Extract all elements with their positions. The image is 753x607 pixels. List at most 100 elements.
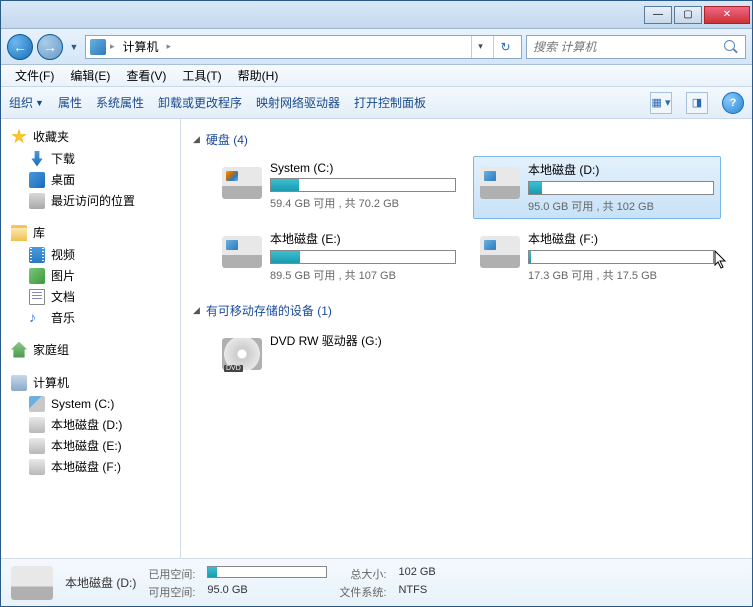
drive-icon <box>11 566 53 600</box>
drive-d[interactable]: 本地磁盘 (D:) 95.0 GB 可用 , 共 102 GB <box>473 156 721 219</box>
search-box[interactable] <box>526 35 746 59</box>
forward-button[interactable]: → <box>37 34 63 60</box>
drive-name: DVD RW 驱动器 (G:) <box>270 332 456 349</box>
back-button[interactable]: ← <box>7 34 33 60</box>
drive-icon <box>222 236 262 268</box>
sidebar-drive-c[interactable]: System (C:) <box>1 394 180 414</box>
homegroup-icon <box>11 342 27 358</box>
address-dropdown[interactable]: ▾ <box>471 36 489 58</box>
uninstall-button[interactable]: 卸载或更改程序 <box>158 94 242 111</box>
sidebar-desktop[interactable]: 桌面 <box>1 169 180 190</box>
sidebar-drive-e[interactable]: 本地磁盘 (E:) <box>1 435 180 456</box>
drive-icon <box>480 167 520 199</box>
minimize-button[interactable]: — <box>644 6 672 24</box>
drive-stat: 95.0 GB 可用 , 共 102 GB <box>528 198 714 214</box>
control-panel-button[interactable]: 打开控制面板 <box>354 94 426 111</box>
breadcrumb-sep-icon[interactable]: ▸ <box>110 41 115 52</box>
search-input[interactable] <box>533 40 723 54</box>
drive-stat: 17.3 GB 可用 , 共 17.5 GB <box>528 267 714 283</box>
drive-name: 本地磁盘 (F:) <box>528 230 714 247</box>
usage-bar <box>270 178 456 192</box>
collapse-icon: ◢ <box>193 134 200 145</box>
organize-button[interactable]: 组织 ▼ <box>9 94 44 111</box>
titlebar: — ▢ ✕ <box>1 1 752 29</box>
section-hard-disks[interactable]: ◢硬盘 (4) <box>193 127 740 156</box>
drive-stat: 89.5 GB 可用 , 共 107 GB <box>270 267 456 283</box>
help-button[interactable]: ? <box>722 92 744 114</box>
sidebar-favorites[interactable]: 收藏夹 <box>1 125 180 148</box>
free-space-value: 95.0 GB <box>207 584 327 600</box>
drive-e[interactable]: 本地磁盘 (E:) 89.5 GB 可用 , 共 107 GB <box>215 225 463 288</box>
drive-f[interactable]: 本地磁盘 (F:) 17.3 GB 可用 , 共 17.5 GB <box>473 225 721 288</box>
map-network-drive-button[interactable]: 映射网络驱动器 <box>256 94 340 111</box>
drive-icon <box>29 459 45 475</box>
maximize-button[interactable]: ▢ <box>674 6 702 24</box>
total-size-value: 102 GB <box>398 566 435 582</box>
download-icon <box>29 151 45 167</box>
section-removable[interactable]: ◢有可移动存储的设备 (1) <box>193 298 740 327</box>
menu-file[interactable]: 文件(F) <box>7 65 62 86</box>
video-icon <box>29 247 45 263</box>
music-icon: ♪ <box>29 310 45 326</box>
status-drive-name: 本地磁盘 (D:) <box>65 574 136 591</box>
sidebar-music[interactable]: ♪音乐 <box>1 307 180 328</box>
view-options-button[interactable]: ▦ ▾ <box>650 92 672 114</box>
menu-view[interactable]: 查看(V) <box>118 65 174 86</box>
menu-help[interactable]: 帮助(H) <box>230 65 287 86</box>
drive-name: System (C:) <box>270 161 456 175</box>
usage-bar <box>528 181 714 195</box>
sidebar-documents[interactable]: 文档 <box>1 286 180 307</box>
nav-bar: ← → ▼ ▸ 计算机 ▸ ▾ ↻ <box>1 29 752 65</box>
sidebar-pictures[interactable]: 图片 <box>1 265 180 286</box>
status-bar: 本地磁盘 (D:) 已用空间: 总大小: 102 GB 可用空间: 95.0 G… <box>1 558 752 606</box>
free-space-label: 可用空间: <box>148 584 195 600</box>
usage-bar <box>270 250 456 264</box>
menu-edit[interactable]: 编辑(E) <box>62 65 118 86</box>
properties-button[interactable]: 属性 <box>58 94 82 111</box>
breadcrumb-computer[interactable]: 计算机 <box>119 36 163 57</box>
system-drive-icon <box>222 167 262 199</box>
drive-g-dvd[interactable]: DVD RW 驱动器 (G:) <box>215 327 463 375</box>
collapse-icon: ◢ <box>193 305 200 316</box>
sidebar-libraries[interactable]: 库 <box>1 221 180 244</box>
sidebar-drive-d[interactable]: 本地磁盘 (D:) <box>1 414 180 435</box>
drive-icon <box>29 417 45 433</box>
preview-pane-button[interactable]: ◨ <box>686 92 708 114</box>
desktop-icon <box>29 172 45 188</box>
usage-bar <box>528 250 714 264</box>
search-icon[interactable] <box>723 39 739 55</box>
library-icon <box>11 225 27 241</box>
system-properties-button[interactable]: 系统属性 <box>96 94 144 111</box>
sidebar-recent[interactable]: 最近访问的位置 <box>1 190 180 211</box>
picture-icon <box>29 268 45 284</box>
star-icon <box>11 129 27 145</box>
menu-tools[interactable]: 工具(T) <box>174 65 229 86</box>
drive-name: 本地磁盘 (E:) <box>270 230 456 247</box>
computer-icon <box>90 39 106 55</box>
sidebar-downloads[interactable]: 下载 <box>1 148 180 169</box>
toolbar: 组织 ▼ 属性 系统属性 卸载或更改程序 映射网络驱动器 打开控制面板 ▦ ▾ … <box>1 87 752 119</box>
content-area: ◢硬盘 (4) System (C:) 59.4 GB 可用 , 共 70.2 … <box>181 119 752 558</box>
dvd-drive-icon <box>222 338 262 370</box>
drive-icon <box>480 236 520 268</box>
menu-bar: 文件(F) 编辑(E) 查看(V) 工具(T) 帮助(H) <box>1 65 752 87</box>
total-size-label: 总大小: <box>339 566 386 582</box>
drive-name: 本地磁盘 (D:) <box>528 161 714 178</box>
filesystem-label: 文件系统: <box>339 584 386 600</box>
breadcrumb-sep-icon[interactable]: ▸ <box>167 41 172 52</box>
nav-history-dropdown[interactable]: ▼ <box>67 38 81 56</box>
used-space-value <box>207 566 327 582</box>
close-button[interactable]: ✕ <box>704 6 750 24</box>
filesystem-value: NTFS <box>398 584 435 600</box>
drive-icon <box>29 438 45 454</box>
sidebar-videos[interactable]: 视频 <box>1 244 180 265</box>
refresh-button[interactable]: ↻ <box>493 36 517 58</box>
address-bar[interactable]: ▸ 计算机 ▸ ▾ ↻ <box>85 35 522 59</box>
drive-icon <box>29 396 45 412</box>
document-icon <box>29 289 45 305</box>
sidebar-computer[interactable]: 计算机 <box>1 371 180 394</box>
sidebar-homegroup[interactable]: 家庭组 <box>1 338 180 361</box>
sidebar-drive-f[interactable]: 本地磁盘 (F:) <box>1 456 180 477</box>
drive-c[interactable]: System (C:) 59.4 GB 可用 , 共 70.2 GB <box>215 156 463 219</box>
sidebar: 收藏夹 下载 桌面 最近访问的位置 库 视频 图片 文档 ♪音乐 家庭组 计算机… <box>1 119 181 558</box>
